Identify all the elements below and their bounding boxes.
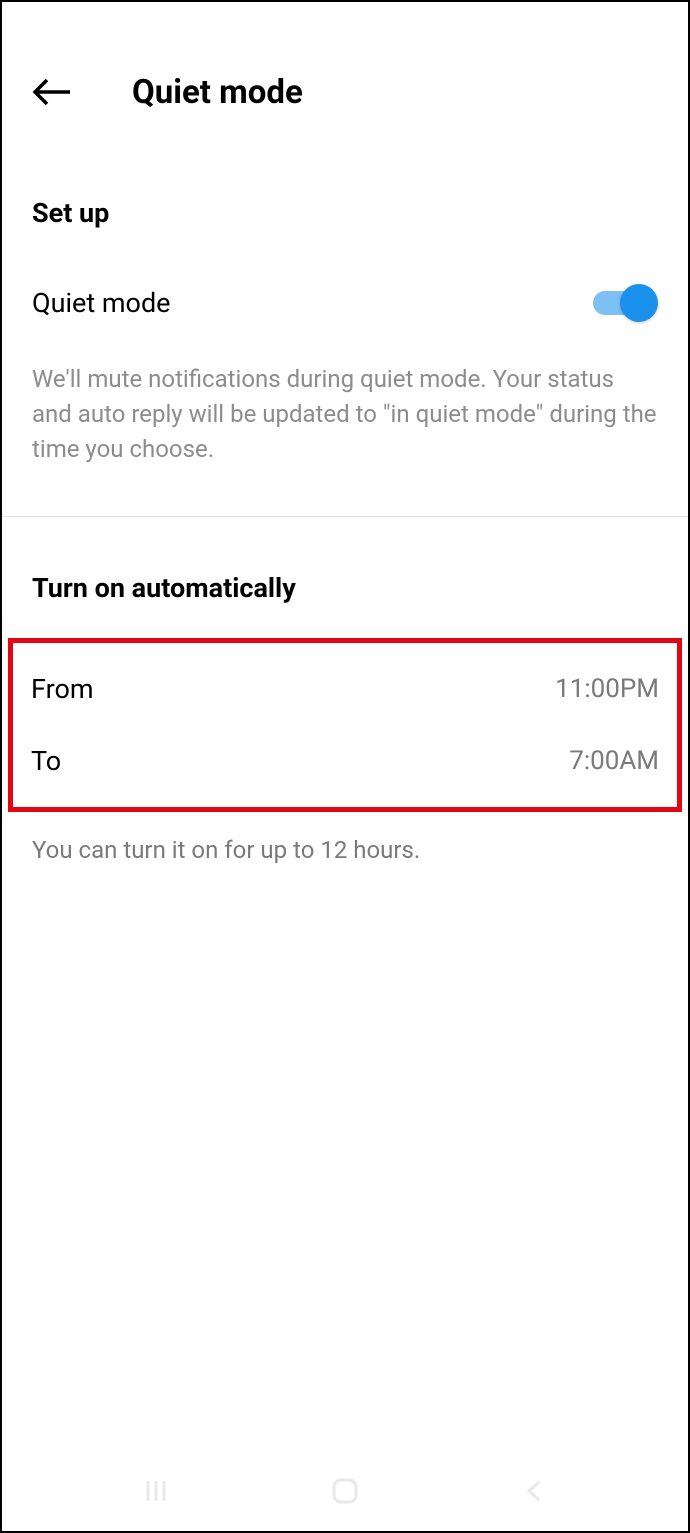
quiet-mode-toggle[interactable]	[593, 284, 658, 322]
from-time-row[interactable]: From 11:00PM	[13, 653, 677, 725]
to-label: To	[31, 745, 61, 777]
from-label: From	[31, 673, 94, 705]
schedule-heading: Turn on automatically	[2, 517, 688, 634]
to-value: 7:00AM	[569, 746, 659, 776]
arrow-left-icon	[32, 77, 72, 107]
back-icon	[522, 1479, 546, 1503]
back-button[interactable]	[32, 72, 72, 112]
setup-heading: Set up	[2, 152, 688, 229]
from-value: 11:00PM	[555, 674, 659, 704]
schedule-hint: You can turn it on for up to 12 hours.	[2, 816, 688, 864]
home-icon	[330, 1476, 360, 1506]
to-time-row[interactable]: To 7:00AM	[13, 725, 677, 797]
recents-icon	[143, 1478, 169, 1504]
highlight-frame: From 11:00PM To 7:00AM	[8, 638, 682, 812]
quiet-mode-description: We'll mute notifications during quiet mo…	[2, 322, 688, 516]
header: Quiet mode	[2, 2, 688, 152]
toggle-thumb	[620, 284, 658, 322]
quiet-mode-toggle-label: Quiet mode	[32, 287, 171, 319]
nav-back-button[interactable]	[514, 1471, 554, 1511]
system-nav-bar	[2, 1451, 688, 1531]
quiet-mode-toggle-row: Quiet mode	[2, 229, 688, 322]
page-title: Quiet mode	[132, 73, 303, 112]
nav-home-button[interactable]	[325, 1471, 365, 1511]
nav-recents-button[interactable]	[136, 1471, 176, 1511]
